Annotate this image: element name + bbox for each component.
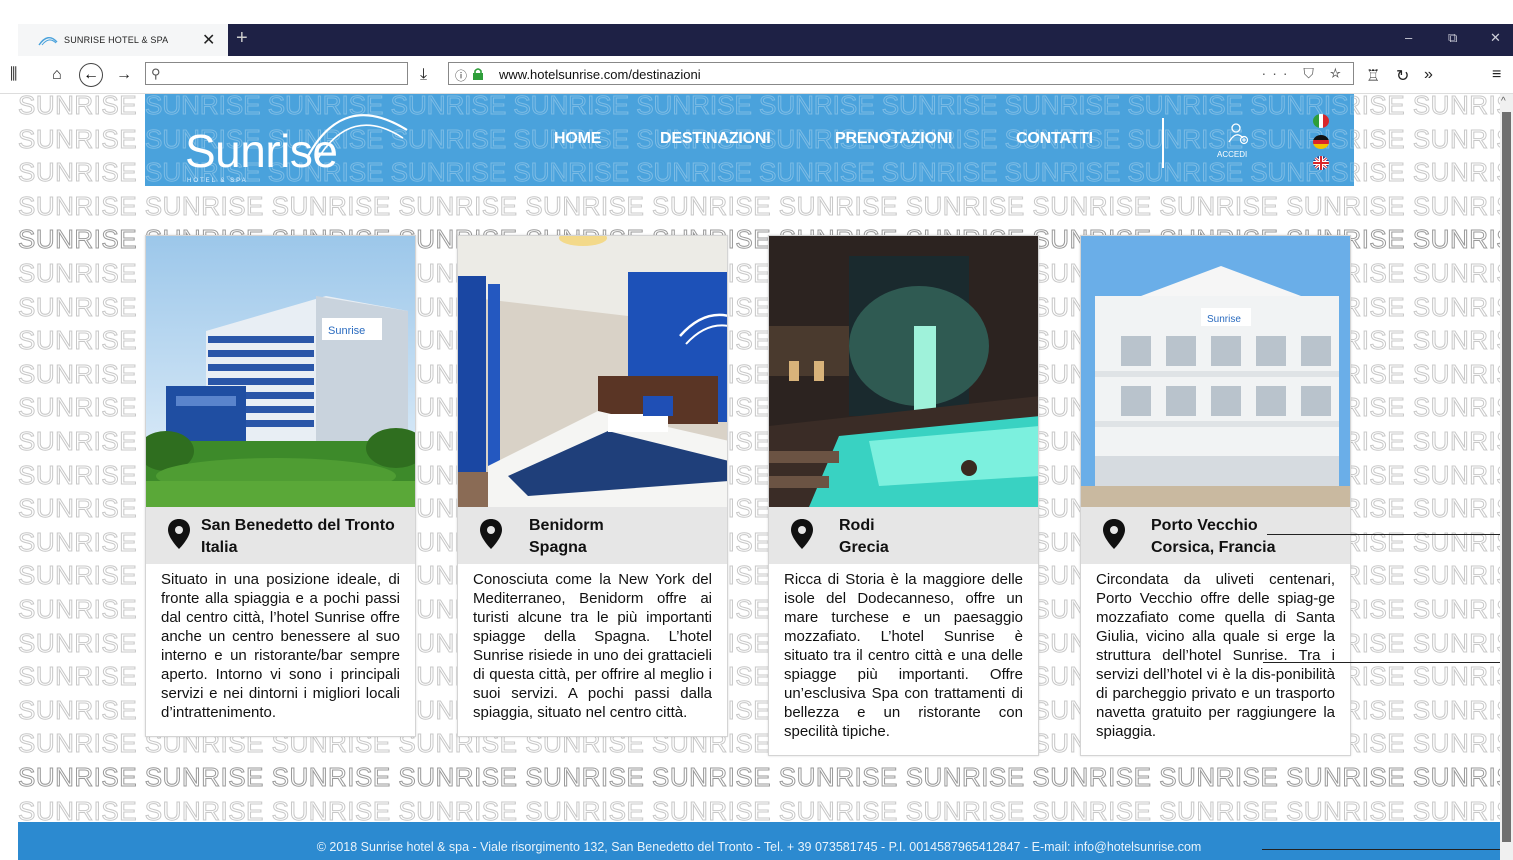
tab-close-icon[interactable]: ✕ [202, 30, 215, 50]
logo-text: Sunrise [185, 125, 338, 177]
hotel-building-photo: Sunrise [146, 236, 415, 507]
browser-tab[interactable]: SUNRISE HOTEL & SPA ✕ [18, 24, 228, 56]
search-input[interactable]: ⚲ [145, 62, 408, 85]
watermark-row: SUNRISE SUNRISE SUNRISE SUNRISE SUNRISE … [18, 190, 1500, 221]
destination-card[interactable]: Rodi Grecia Ricca di Storia è la maggior… [768, 235, 1039, 756]
hotel-room-photo [458, 236, 727, 507]
card-description: Circondata da uliveti centenari, Porto V… [1096, 571, 1335, 740]
window-close-icon[interactable]: ✕ [1490, 30, 1501, 46]
location-bar: San Benedetto del Tronto Italia [146, 507, 415, 564]
search-icon: ⚲ [151, 66, 161, 81]
location-bar: Rodi Grecia [769, 507, 1038, 564]
annotation-line [1267, 534, 1513, 535]
card-description: Conosciuta come la New York del Mediterr… [473, 571, 712, 721]
scroll-thumb[interactable] [1502, 112, 1511, 842]
download-icon[interactable]: ⤓ [420, 66, 427, 84]
map-pin-icon [480, 519, 502, 549]
watermark-row: SUNRISE SUNRISE SUNRISE SUNRISE SUNRISE … [18, 762, 1500, 793]
header-divider [1162, 118, 1164, 168]
minimize-icon[interactable]: – [1405, 30, 1412, 45]
svg-text:Sunrise: Sunrise [1207, 314, 1241, 325]
svg-text:Sunrise: Sunrise [328, 325, 365, 337]
page-actions-icon[interactable]: ··· ⛉ ☆ [1262, 65, 1347, 82]
url-text: www.hotelsunrise.com/destinazioni [499, 67, 701, 82]
scrollbar[interactable]: ^ [1500, 94, 1513, 860]
destination-card[interactable]: Sunrise Porto Vecchio Corsica, Francia C… [1080, 235, 1351, 756]
footer-text: © 2018 Sunrise hotel & spa - Viale risor… [316, 840, 1202, 854]
forward-icon[interactable]: → [116, 66, 132, 84]
library-icon[interactable]: ⫼ [10, 66, 17, 84]
site-header: SUNRISE SUNRISE SUNRISE SUNRISE SUNRISE … [145, 94, 1354, 186]
login-label: ACCEDI [1217, 150, 1248, 159]
menu-icon[interactable]: ≡ [1492, 66, 1501, 84]
location-city: Benidorm [529, 517, 604, 534]
lock-icon [473, 68, 483, 80]
location-city: Porto Vecchio [1151, 517, 1258, 534]
map-pin-icon [1103, 519, 1125, 549]
site-footer: © 2018 Sunrise hotel & spa - Viale risor… [18, 822, 1500, 860]
german-flag-icon[interactable] [1313, 135, 1329, 149]
nav-home[interactable]: HOME [554, 130, 601, 148]
new-tab-icon[interactable]: + [236, 27, 248, 50]
reload-icon[interactable]: ↻ [1396, 66, 1409, 86]
location-bar: Benidorm Spagna [458, 507, 727, 564]
info-icon[interactable]: ⓘ [455, 67, 467, 84]
nav-prenotazioni[interactable]: PRENOTAZIONI [835, 130, 953, 148]
overflow-chevron-icon[interactable]: » [1424, 66, 1433, 84]
back-icon[interactable]: ← [79, 63, 103, 87]
screenshot-icon[interactable]: ♖ [1366, 66, 1380, 86]
browser-tab-bar: SUNRISE HOTEL & SPA ✕ + – ⧉ ✕ [18, 24, 1513, 56]
location-city: San Benedetto del Tronto [201, 517, 395, 534]
card-description: Ricca di Storia è la maggiore delle isol… [784, 571, 1023, 740]
browser-navbar: ⫼ ⌂ ← → ⚲ ⤓ ⓘ www.hotelsunrise.com/desti… [0, 56, 1513, 94]
location-country: Corsica, Francia [1151, 539, 1276, 556]
nav-contatti[interactable]: CONTATTI [1016, 130, 1093, 148]
italian-flag-icon[interactable] [1313, 114, 1329, 128]
nav-destinazioni[interactable]: DESTINAZIONI [660, 130, 771, 148]
map-pin-icon [168, 519, 190, 549]
destination-card[interactable]: Benidorm Spagna Conosciuta come la New Y… [457, 235, 728, 737]
login-button[interactable]: ACCEDI [1215, 120, 1259, 160]
location-bar: Porto Vecchio Corsica, Francia [1081, 507, 1350, 564]
uk-flag-icon[interactable] [1313, 156, 1329, 170]
watermark-row: SUNRISE SUNRISE SUNRISE SUNRISE SUNRISE … [18, 795, 1500, 822]
annotation-line [1263, 662, 1513, 663]
location-country: Grecia [839, 539, 889, 556]
user-add-icon [1228, 123, 1249, 145]
scroll-up-icon[interactable]: ^ [1501, 96, 1506, 107]
location-country: Spagna [529, 539, 587, 556]
sunrise-logo[interactable]: Sunrise HOTEL & SPA [185, 110, 408, 186]
tab-title: SUNRISE HOTEL & SPA [64, 35, 169, 45]
annotation-line [1262, 849, 1513, 850]
home-icon[interactable]: ⌂ [52, 66, 62, 84]
logo-subtitle: HOTEL & SPA [187, 178, 248, 184]
page-background: SUNRISE SUNRISE SUNRISE SUNRISE SUNRISE … [0, 94, 1500, 822]
location-city: Rodi [839, 517, 875, 534]
restore-icon[interactable]: ⧉ [1448, 30, 1457, 46]
location-country: Italia [201, 539, 238, 556]
map-pin-icon [791, 519, 813, 549]
address-bar[interactable]: ⓘ www.hotelsunrise.com/destinazioni ··· … [448, 62, 1354, 85]
spa-pool-photo [769, 236, 1038, 507]
card-description: Situato in una posizione ideale, di fron… [161, 571, 400, 721]
destination-card[interactable]: Sunrise San Benedetto del Tronto Italia … [145, 235, 416, 737]
white-hotel-photo: Sunrise [1081, 236, 1350, 507]
sunrise-favicon-icon [38, 37, 58, 46]
